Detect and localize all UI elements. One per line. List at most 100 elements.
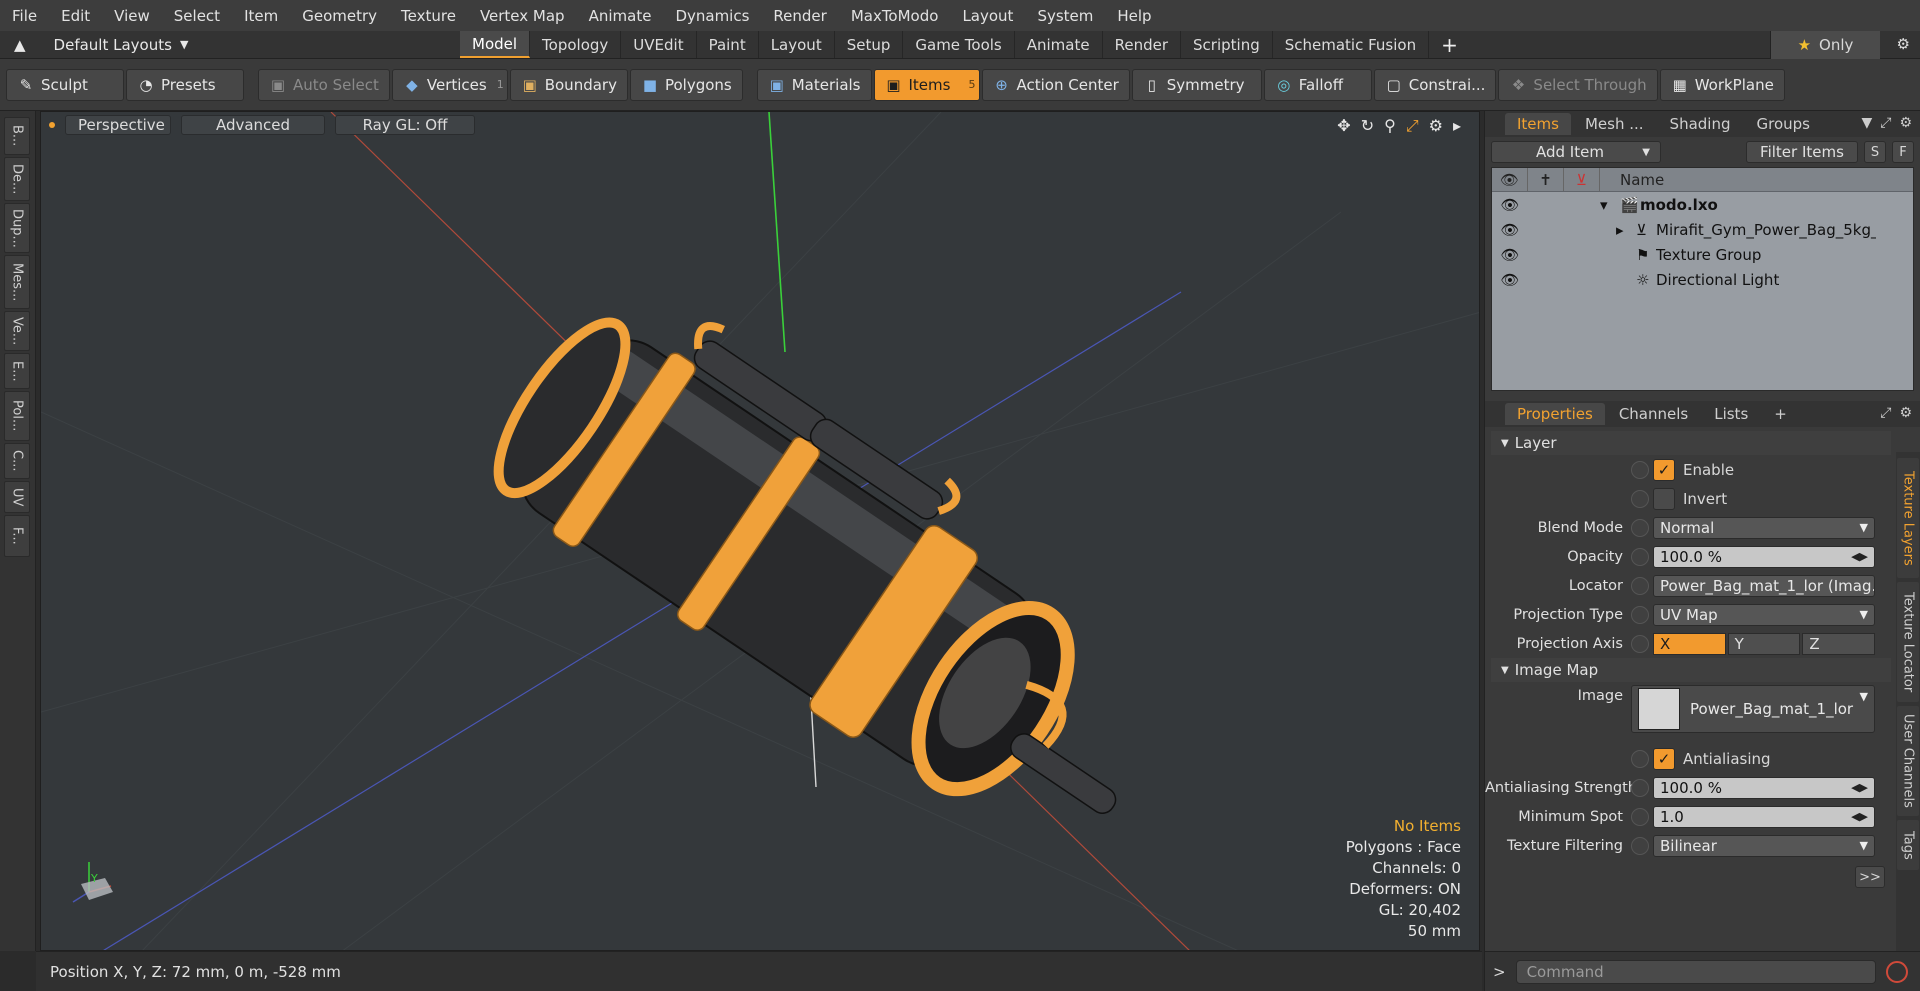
tab-mesh[interactable]: Mesh ... [1573,113,1656,135]
opacity-field[interactable]: 100.0 % ◀▶ [1653,545,1875,568]
stepper-icon[interactable]: ◀▶ [1851,550,1868,563]
left-tab-f[interactable]: F... [4,515,30,557]
viewport-gear-icon[interactable]: ⚙ [1429,116,1443,136]
advanced-button[interactable]: Advanced [181,115,325,135]
play-arrow-icon[interactable]: ▸ [1453,116,1461,136]
collapsed-arrow-icon[interactable]: ▸ [1616,221,1636,239]
perspective-button[interactable]: Perspective [65,115,171,135]
tab-items[interactable]: Items [1505,113,1571,135]
enable-checkbox[interactable]: ✓ [1653,458,1675,481]
tab-uvedit[interactable]: UVEdit [621,31,697,58]
left-tab-ve[interactable]: Ve... [4,311,30,351]
item-row-texture-group[interactable]: 👁 ⚑ Texture Group [1492,242,1913,267]
texture-filtering-select[interactable]: Bilinear ▼ [1653,834,1875,857]
add-item-dropdown[interactable]: Add Item ▼ [1491,141,1661,163]
locator-select[interactable]: Power_Bag_mat_1_lor (Imag... [1653,574,1875,597]
left-tab-b[interactable]: B... [4,117,30,155]
stepper-icon[interactable]: ◀▶ [1851,781,1868,794]
lock-column-icon[interactable]: ✝ [1528,168,1564,191]
materials-button[interactable]: ▣ Materials [756,68,872,101]
menu-file[interactable]: File [0,7,49,25]
raygl-button[interactable]: Ray GL: Off [335,115,475,135]
only-toggle[interactable]: ★ Only [1770,31,1880,59]
menu-layout[interactable]: Layout [950,7,1025,25]
tab-model[interactable]: Model [460,31,531,58]
gear-icon[interactable]: ⚙ [1897,35,1910,53]
menu-select[interactable]: Select [162,7,232,25]
vertices-button[interactable]: ◆ Vertices 1 [391,68,508,101]
tab-topology[interactable]: Topology [530,31,622,58]
antialiasing-checkbox[interactable]: ✓ [1653,747,1675,770]
boundary-button[interactable]: ▣ Boundary [509,68,628,101]
left-tab-mes[interactable]: Mes... [4,255,30,309]
move-view-icon[interactable]: ✥ [1337,116,1350,136]
filter-f-button[interactable]: F [1892,141,1914,163]
min-spot-field[interactable]: 1.0 ◀▶ [1653,805,1875,828]
menu-edit[interactable]: Edit [49,7,102,25]
record-icon[interactable] [1885,960,1908,983]
stepper-icon[interactable]: ◀▶ [1851,810,1868,823]
eye-icon[interactable]: 👁 [1492,221,1528,239]
tab-layout[interactable]: Layout [759,31,835,58]
sculpt-button[interactable]: ✎ Sculpt [6,68,124,101]
axis-z-button[interactable]: Z [1802,632,1876,655]
tab-schematic-fusion[interactable]: Schematic Fusion [1273,31,1430,58]
layouts-dropdown[interactable]: ▲ Default Layouts ▼ [0,36,460,54]
panel-gear-icon[interactable]: ⚙ [1899,115,1912,131]
tab-texture-layers[interactable]: Texture Layers [1897,458,1919,578]
aa-strength-field[interactable]: 100.0 % ◀▶ [1653,776,1875,799]
select-through-button[interactable]: ❖ Select Through [1498,68,1658,101]
tab-texture-locator[interactable]: Texture Locator [1897,582,1919,702]
menu-system[interactable]: System [1025,7,1105,25]
left-tab-c[interactable]: C... [4,443,30,479]
menu-help[interactable]: Help [1105,7,1163,25]
auto-select-button[interactable]: ▣ Auto Select [258,68,390,101]
item-row-scene[interactable]: 👁 ▾ 🎬 modo.lxo [1492,192,1913,217]
tab-groups[interactable]: Groups [1744,113,1821,135]
projection-type-select[interactable]: UV Map ▼ [1653,603,1875,626]
menu-texture[interactable]: Texture [389,7,468,25]
tab-lists[interactable]: Lists [1702,403,1760,425]
filter-s-button[interactable]: S [1864,141,1886,163]
image-map-section[interactable]: ▼ Image Map [1491,658,1891,682]
menu-geometry[interactable]: Geometry [290,7,389,25]
item-row-directional-light[interactable]: 👁 ☼ Directional Light [1492,267,1913,292]
left-tab-de[interactable]: De... [4,157,30,201]
scene-canvas[interactable] [41,112,1480,951]
menu-item[interactable]: Item [232,7,290,25]
image-select[interactable]: Power_Bag_mat_1_lor ▼ [1631,685,1875,733]
more-button[interactable]: >> [1855,866,1885,888]
left-tab-dup[interactable]: Dup... [4,203,30,253]
constraints-button[interactable]: ▢ Constrai... [1373,68,1497,101]
layer-section[interactable]: ▼ Layer [1491,431,1891,455]
maximize-icon[interactable]: ⤢ [1406,116,1419,136]
menu-vertex-map[interactable]: Vertex Map [468,7,577,25]
tab-render[interactable]: Render [1103,31,1182,58]
menu-dynamics[interactable]: Dynamics [663,7,761,25]
blend-mode-select[interactable]: Normal ▼ [1653,516,1875,539]
presets-button[interactable]: ◔ Presets [126,68,244,101]
rotate-view-icon[interactable]: ↻ [1361,116,1374,136]
axis-y-button[interactable]: Y [1727,632,1801,655]
collapse-up-icon[interactable]: ▲ [14,36,26,54]
filter-items-field[interactable]: Filter Items [1746,141,1858,163]
menu-render[interactable]: Render [761,7,838,25]
tab-tags[interactable]: Tags [1897,820,1919,870]
tab-channels[interactable]: Channels [1607,403,1700,425]
eye-icon[interactable]: 👁 [1492,271,1528,289]
panel-expand-icon[interactable]: ⤢ [1880,115,1891,131]
tab-properties[interactable]: Properties [1505,403,1605,425]
left-tab-pol[interactable]: Pol... [4,391,30,441]
command-input[interactable]: Command [1515,959,1876,984]
panel-expand-icon[interactable]: ⤢ [1880,405,1891,421]
tab-paint[interactable]: Paint [697,31,759,58]
tab-setup[interactable]: Setup [835,31,904,58]
falloff-button[interactable]: ◎ Falloff [1263,68,1372,101]
3d-viewport[interactable]: Y Perspective Advanced Ray GL: Off ✥ ↻ ⚲… [40,111,1480,951]
eye-icon[interactable]: 👁 [1492,196,1528,214]
menu-animate[interactable]: Animate [577,7,664,25]
axis-x-button[interactable]: X [1653,632,1726,655]
left-tab-e[interactable]: E... [4,353,30,389]
panel-gear-icon[interactable]: ⚙ [1899,405,1912,421]
tab-shading[interactable]: Shading [1658,113,1743,135]
